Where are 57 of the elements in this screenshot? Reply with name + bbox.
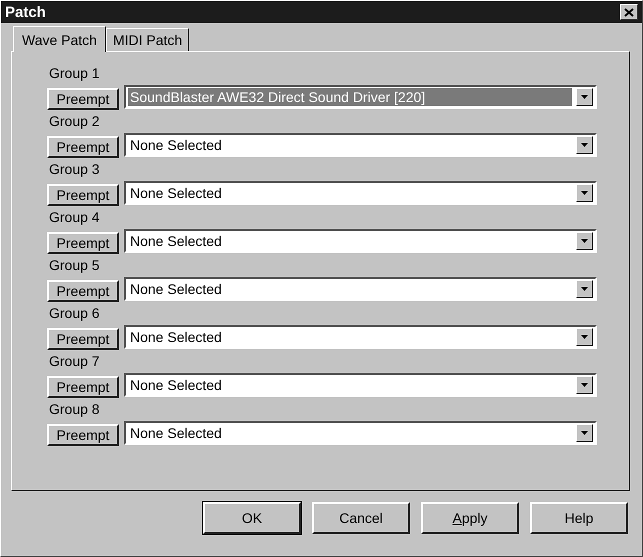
dropdown-value: None Selected (129, 136, 223, 154)
dropdown-value: None Selected (129, 232, 223, 250)
dialog-button[interactable]: Cancel (312, 502, 410, 534)
dropdown-value: None Selected (129, 328, 223, 346)
caret-icon (581, 191, 588, 195)
dropdown-button[interactable] (576, 184, 593, 202)
preempt-button[interactable]: Preempt (47, 280, 119, 302)
dropdown-value: None Selected (129, 424, 223, 442)
dropdown[interactable]: None Selected (124, 325, 597, 349)
tab[interactable]: MIDI Patch (106, 28, 190, 51)
dropdown-button[interactable] (576, 424, 593, 442)
group-label: Group 4 (48, 208, 101, 227)
dialog-button[interactable]: Help (530, 502, 628, 534)
caret-icon (581, 287, 588, 291)
caret-icon (581, 431, 588, 435)
dropdown-value: None Selected (129, 280, 223, 298)
close-button[interactable] (620, 4, 638, 20)
group-label: Group 5 (48, 256, 101, 275)
dialog-button[interactable]: OK (203, 502, 301, 534)
window-title: Patch (5, 4, 46, 20)
dropdown-button[interactable] (576, 376, 593, 394)
preempt-button[interactable]: Preempt (47, 328, 119, 350)
group-label: Group 7 (48, 352, 101, 371)
dropdown-button[interactable] (576, 328, 593, 346)
dropdown-button[interactable] (576, 136, 593, 154)
preempt-button[interactable]: Preempt (47, 376, 119, 398)
caret-icon (581, 335, 588, 339)
group-label: Group 8 (48, 400, 101, 419)
preempt-button[interactable]: Preempt (47, 88, 119, 110)
group-label: Group 1 (48, 64, 101, 83)
preempt-button[interactable]: Preempt (47, 424, 119, 446)
dropdown[interactable]: None Selected (124, 277, 597, 301)
caret-icon (581, 383, 588, 387)
dropdown-button[interactable] (576, 280, 593, 298)
caret-icon (581, 143, 588, 147)
preempt-button[interactable]: Preempt (47, 232, 119, 254)
dropdown-value: None Selected (129, 376, 223, 394)
tab[interactable]: Wave Patch (13, 26, 106, 52)
dropdown[interactable]: None Selected (124, 421, 597, 445)
group-label: Group 2 (48, 112, 101, 131)
preempt-button[interactable]: Preempt (47, 136, 119, 158)
dropdown-value: None Selected (129, 184, 223, 202)
dropdown-button[interactable] (576, 88, 593, 106)
dropdown[interactable]: None Selected (124, 133, 597, 157)
dropdown[interactable]: None Selected (124, 181, 597, 205)
dropdown-value: SoundBlaster AWE32 Direct Sound Driver [220] (128, 88, 572, 106)
preempt-button[interactable]: Preempt (47, 184, 119, 206)
group-label: Group 6 (48, 304, 101, 323)
caret-icon (581, 239, 588, 243)
dialog-button[interactable]: Apply (421, 502, 519, 534)
close-icon (624, 8, 634, 16)
dropdown[interactable]: None Selected (124, 229, 597, 253)
dropdown[interactable]: SoundBlaster AWE32 Direct Sound Driver [220] (124, 85, 597, 109)
caret-icon (581, 95, 588, 99)
group-label: Group 3 (48, 160, 101, 179)
dropdown-button[interactable] (576, 232, 593, 250)
dropdown[interactable]: None Selected (124, 373, 597, 397)
